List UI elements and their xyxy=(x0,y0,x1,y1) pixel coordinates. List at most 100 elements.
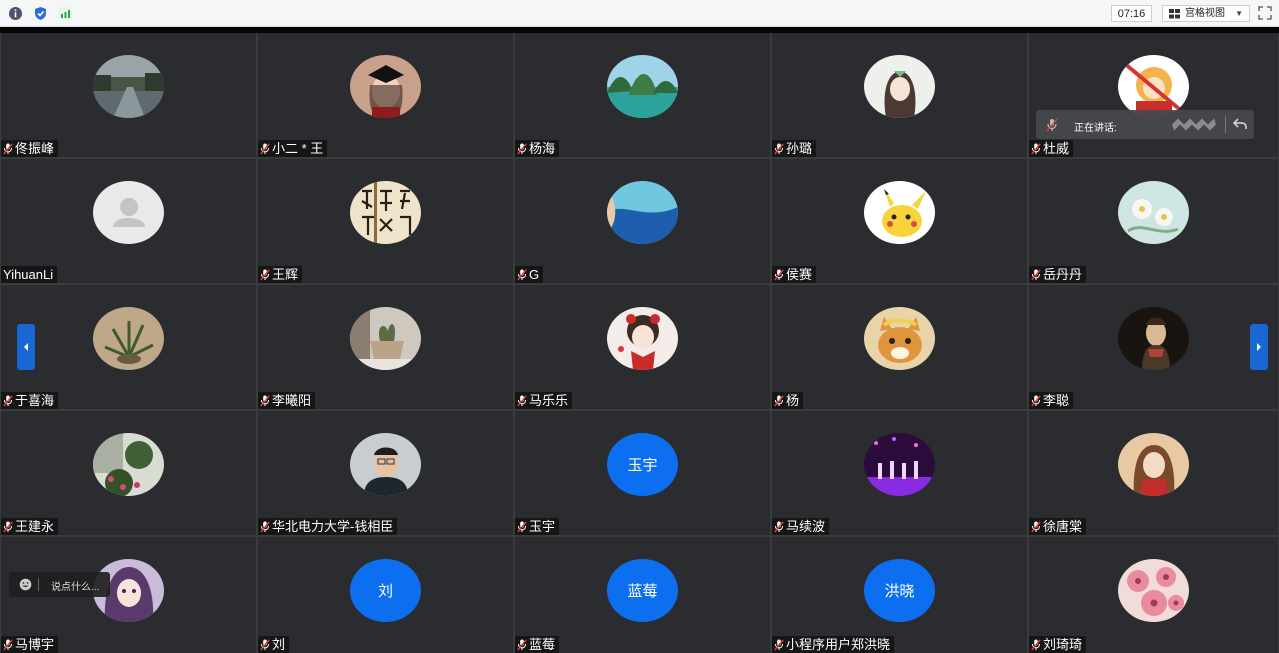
participant-tile[interactable]: 玉宇 玉宇 xyxy=(515,411,770,535)
participant-tile[interactable]: 小二 * 王 xyxy=(258,33,513,157)
participant-name: 孙璐 xyxy=(786,141,813,156)
mic-muted-icon xyxy=(517,394,527,406)
participant-name-tag: 小二 * 王 xyxy=(258,140,328,157)
mic-muted-icon xyxy=(260,638,270,650)
participant-name: 马乐乐 xyxy=(529,393,569,408)
shield-icon[interactable] xyxy=(33,6,48,21)
participant-tile[interactable]: YihuanLi xyxy=(1,159,256,283)
participant-name-tag: YihuanLi xyxy=(1,266,58,283)
participant-name: 刘 xyxy=(272,637,286,652)
mic-muted-icon xyxy=(1046,118,1058,132)
participant-tile[interactable]: 侯赛 xyxy=(772,159,1027,283)
participant-name-tag: 杨 xyxy=(772,392,804,409)
avatar xyxy=(350,55,421,118)
participant-name: 王辉 xyxy=(272,267,299,282)
mic-muted-icon xyxy=(1031,520,1041,532)
chevron-down-icon: ▼ xyxy=(1235,9,1243,18)
participant-name: 华北电力大学-钱相臣 xyxy=(272,519,394,534)
mic-muted-icon xyxy=(3,520,13,532)
participant-name-tag: 杜威 xyxy=(1029,140,1074,157)
participant-name-tag: 佟振峰 xyxy=(1,140,59,157)
avatar xyxy=(1118,307,1189,370)
default-user-avatar xyxy=(93,181,164,244)
participant-name: 王建永 xyxy=(15,519,55,534)
participant-name-tag: 华北电力大学-钱相臣 xyxy=(258,518,398,535)
participant-tile[interactable]: 王建永 xyxy=(1,411,256,535)
mic-muted-icon xyxy=(774,520,784,532)
avatar xyxy=(1118,559,1189,622)
participant-tile[interactable]: 杨海 xyxy=(515,33,770,157)
mic-muted-icon xyxy=(1031,638,1041,650)
participant-name: 岳丹丹 xyxy=(1043,267,1083,282)
participant-tile[interactable]: 杨 xyxy=(772,285,1027,409)
participant-name-tag: 岳丹丹 xyxy=(1029,266,1087,283)
avatar xyxy=(1118,181,1189,244)
chat-placeholder: 说点什么... xyxy=(51,582,100,593)
participant-name-tag: 孙璐 xyxy=(772,140,817,157)
mic-muted-icon xyxy=(3,142,13,154)
participant-tile[interactable]: G xyxy=(515,159,770,283)
avatar xyxy=(864,307,935,370)
avatar xyxy=(864,181,935,244)
participant-tile[interactable]: 刘刘 xyxy=(258,537,513,653)
signal-icon[interactable] xyxy=(58,6,73,21)
avatar xyxy=(1118,55,1189,118)
mic-muted-icon xyxy=(260,520,270,532)
avatar xyxy=(350,307,421,370)
chevron-left-icon xyxy=(24,343,28,351)
participant-tile[interactable]: 孙璐 xyxy=(772,33,1027,157)
speaking-label: 正在讲话: xyxy=(1074,123,1117,134)
participant-name-tag: 蓝莓 xyxy=(515,636,560,653)
participant-tile[interactable]: 佟振峰 xyxy=(1,33,256,157)
participant-name-tag: 李曦阳 xyxy=(258,392,316,409)
reply-icon[interactable] xyxy=(1233,118,1247,130)
avatar xyxy=(350,181,421,244)
participant-tile[interactable]: 徐唐棠 xyxy=(1029,411,1278,535)
participant-name: 于喜海 xyxy=(15,393,55,408)
text-avatar: 蓝莓 xyxy=(607,559,678,622)
mic-muted-icon xyxy=(517,638,527,650)
participant-tile[interactable]: 马乐乐 xyxy=(515,285,770,409)
participant-tile[interactable]: 岳丹丹 xyxy=(1029,159,1278,283)
participant-tile[interactable]: 蓝莓 蓝莓 xyxy=(515,537,770,653)
participant-name: 杨海 xyxy=(529,141,556,156)
fullscreen-icon[interactable] xyxy=(1258,6,1272,20)
participant-name-tag: 李聪 xyxy=(1029,392,1074,409)
text-avatar: 洪晓 xyxy=(864,559,935,622)
emoji-icon[interactable] xyxy=(19,578,32,591)
participant-name-tag: G xyxy=(515,266,544,283)
avatar xyxy=(93,433,164,496)
chevron-right-icon xyxy=(1257,343,1261,351)
grid-view-icon xyxy=(1169,9,1180,19)
speaking-indicator: 正在讲话: xyxy=(1036,110,1254,139)
avatar xyxy=(607,181,678,244)
text-avatar: 刘 xyxy=(350,559,421,622)
participant-tile[interactable]: 马续波 xyxy=(772,411,1027,535)
next-page-button[interactable] xyxy=(1250,324,1268,370)
participant-name: 杜威 xyxy=(1043,141,1070,156)
mic-muted-icon xyxy=(3,394,13,406)
participant-name: 刘琦琦 xyxy=(1043,637,1083,652)
info-icon[interactable] xyxy=(8,6,23,21)
mic-muted-icon xyxy=(1031,268,1041,280)
view-mode-select[interactable]: 宫格视图 ▼ xyxy=(1162,5,1250,22)
participant-tile[interactable]: 华北电力大学-钱相臣 xyxy=(258,411,513,535)
participant-tile[interactable]: 李聪 xyxy=(1029,285,1278,409)
previous-page-button[interactable] xyxy=(17,324,35,370)
avatar xyxy=(350,433,421,496)
participant-name-tag: 杨海 xyxy=(515,140,560,157)
participant-tile[interactable]: 王辉 xyxy=(258,159,513,283)
text-avatar: 玉宇 xyxy=(607,433,678,496)
participant-tile[interactable]: 刘琦琦 xyxy=(1029,537,1278,653)
participant-name: 徐唐棠 xyxy=(1043,519,1083,534)
view-mode-label: 宫格视图 xyxy=(1185,8,1225,19)
chat-input-box[interactable]: 说点什么... xyxy=(9,572,110,597)
participant-name: 李曦阳 xyxy=(272,393,312,408)
avatar xyxy=(93,55,164,118)
participant-name: 小程序用户郑洪晓 xyxy=(786,637,891,652)
participant-tile[interactable]: 洪晓小程序用户郑洪晓 xyxy=(772,537,1027,653)
mic-muted-icon xyxy=(774,638,784,650)
participant-name: 佟振峰 xyxy=(15,141,55,156)
participant-tile[interactable]: 李曦阳 xyxy=(258,285,513,409)
participant-tile[interactable]: 于喜海 xyxy=(1,285,256,409)
